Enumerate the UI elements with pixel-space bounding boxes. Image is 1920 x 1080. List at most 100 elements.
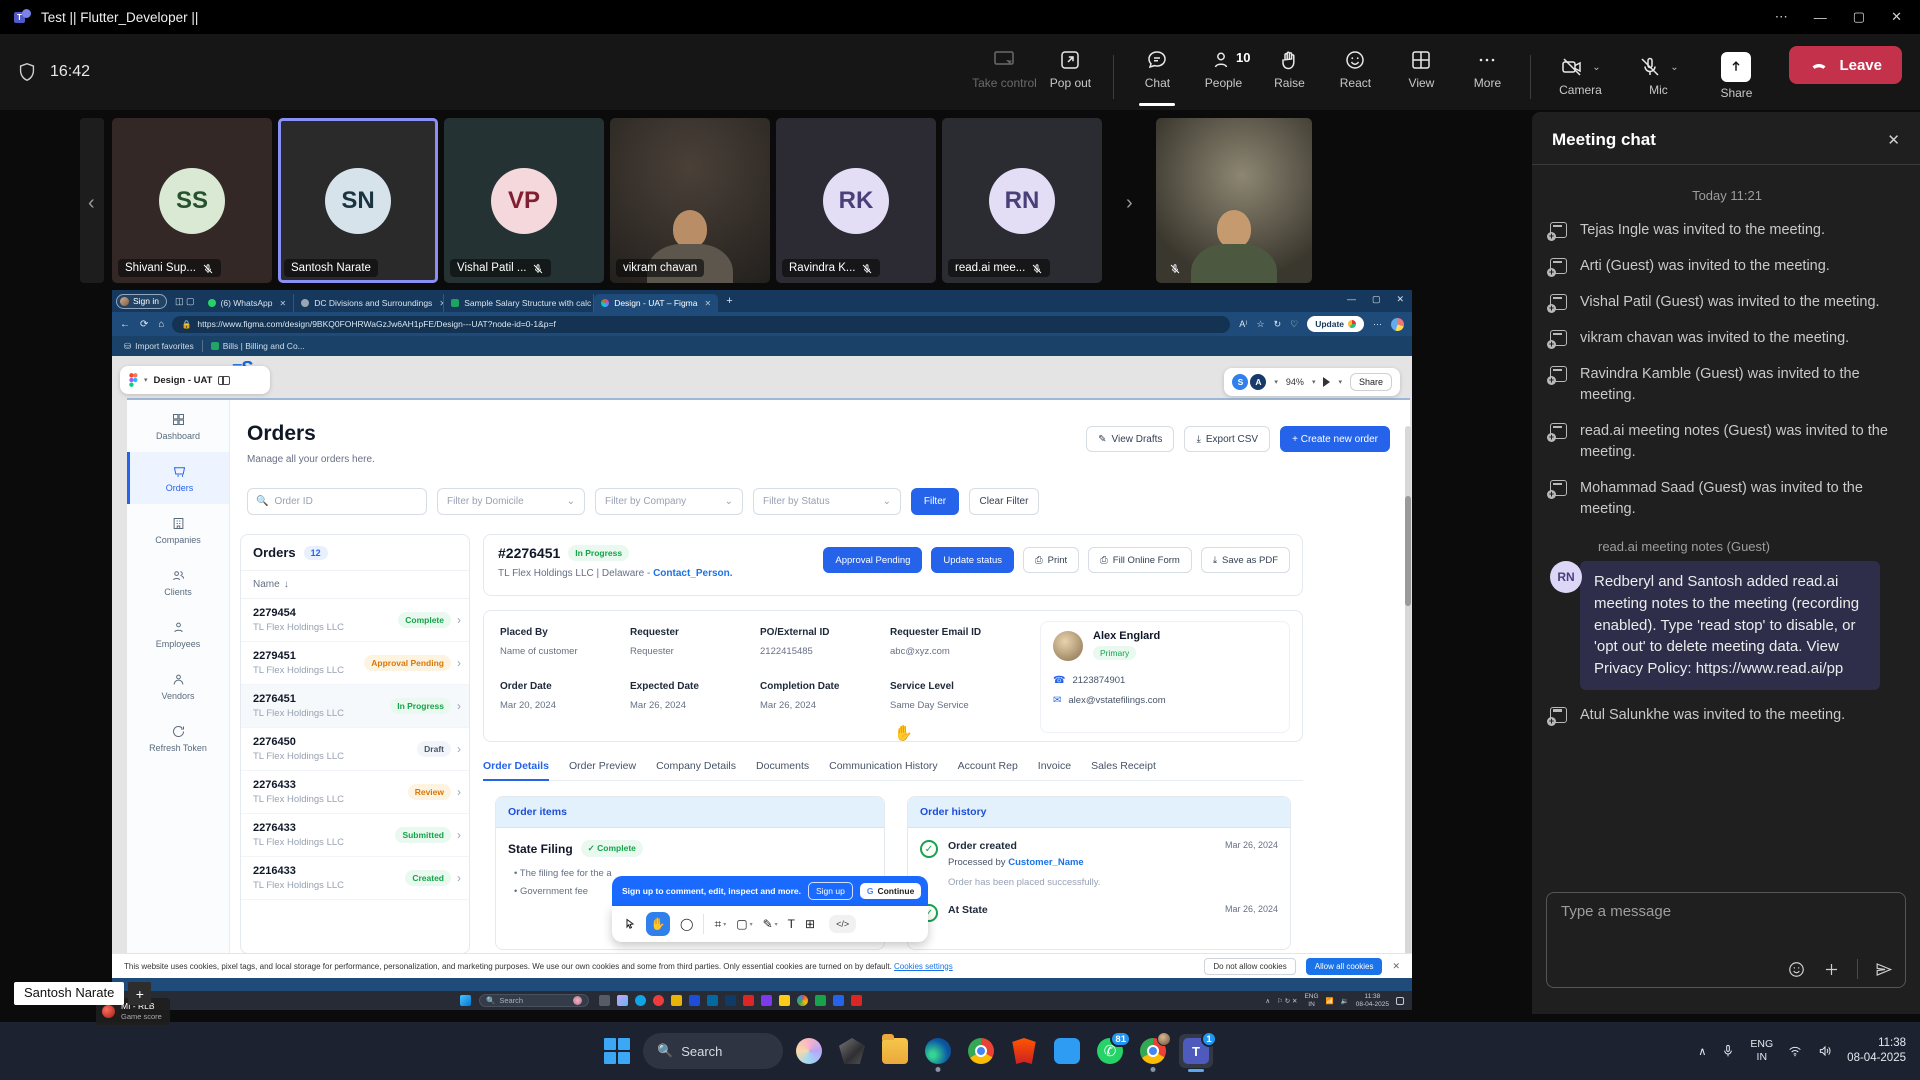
- allow-cookies-button[interactable]: Allow all cookies: [1306, 958, 1383, 975]
- camera-button[interactable]: ⌄ Camera: [1541, 47, 1619, 97]
- participant-tile-video[interactable]: vikram chavan: [610, 118, 770, 283]
- filter-button[interactable]: Filter: [911, 488, 959, 515]
- share-button[interactable]: Share: [1697, 44, 1775, 100]
- favorite-star-icon[interactable]: ☆: [1256, 319, 1264, 330]
- tab-order-details[interactable]: Order Details: [483, 760, 549, 772]
- chat-button[interactable]: Chat: [1124, 40, 1190, 104]
- browser-signin-button[interactable]: Sign in: [116, 294, 167, 309]
- tray-chevron-icon[interactable]: ∧: [1698, 1045, 1706, 1058]
- vscode-icon[interactable]: [1050, 1034, 1084, 1068]
- camera-chevron-icon[interactable]: ⌄: [1592, 62, 1600, 73]
- sync-icon[interactable]: ↻: [1274, 319, 1282, 330]
- url-bar[interactable]: 🔒 https://www.figma.com/design/9BKQ0FOHR…: [172, 316, 1230, 333]
- volume-icon[interactable]: [1817, 1043, 1833, 1059]
- deny-cookies-button[interactable]: Do not allow cookies: [1204, 958, 1295, 975]
- signup-button[interactable]: Sign up: [808, 882, 853, 900]
- pop-out-button[interactable]: Pop out: [1037, 40, 1103, 104]
- chat-close-icon[interactable]: ✕: [1887, 131, 1900, 149]
- tab-close-icon[interactable]: ✕: [704, 299, 711, 308]
- sidebar-item-clients[interactable]: Clients: [127, 556, 229, 608]
- inner-close-icon[interactable]: ✕: [1396, 294, 1404, 305]
- collections-icon[interactable]: ♡: [1290, 319, 1298, 330]
- avatar-chevron-icon[interactable]: ▾: [1274, 378, 1278, 386]
- chat-message-bubble[interactable]: Redberyl and Santosh added read.ai meeti…: [1580, 561, 1880, 690]
- raise-hand-button[interactable]: Raise: [1256, 40, 1322, 104]
- participant-tile[interactable]: SS Shivani Sup...: [112, 118, 272, 283]
- browser-scrollbar[interactable]: [1405, 426, 1411, 986]
- whatsapp-icon[interactable]: ✆81: [1093, 1034, 1127, 1068]
- layout-panel-icon[interactable]: [218, 376, 230, 385]
- back-icon[interactable]: ←: [120, 319, 130, 330]
- text-tool-icon[interactable]: T: [788, 917, 795, 931]
- sidebar-item-vendors[interactable]: Vendors: [127, 660, 229, 712]
- teams-icon-active[interactable]: T1: [1179, 1034, 1213, 1068]
- frame-tool-icon[interactable]: ⌗▾: [714, 917, 726, 932]
- copilot-icon[interactable]: [792, 1034, 826, 1068]
- order-list-row-selected[interactable]: 2276451TL Flex Holdings LLC In Progress›: [241, 685, 469, 728]
- edge-icon[interactable]: [921, 1034, 955, 1068]
- browser-extensions-icons[interactable]: ◫ ▢: [175, 296, 195, 307]
- sidebar-item-orders[interactable]: Orders: [127, 452, 229, 504]
- titlebar-more-icon[interactable]: ⋯: [1775, 9, 1788, 25]
- minimize-icon[interactable]: —: [1814, 10, 1827, 25]
- figma-logo-icon[interactable]: [128, 373, 138, 387]
- google-continue-button[interactable]: GContinue: [860, 883, 921, 899]
- collaborator-avatar[interactable]: A: [1250, 374, 1266, 390]
- browser-tab[interactable]: (6) WhatsApp✕: [201, 294, 295, 312]
- read-aloud-icon[interactable]: A⁾: [1239, 319, 1247, 330]
- tray-mic-icon[interactable]: [1720, 1043, 1736, 1059]
- participant-tile[interactable]: VP Vishal Patil ...: [444, 118, 604, 283]
- maximize-icon[interactable]: ▢: [1853, 9, 1865, 25]
- leave-button[interactable]: Leave: [1789, 46, 1902, 84]
- pen-tool-icon[interactable]: ✎▾: [763, 917, 778, 931]
- send-icon[interactable]: [1874, 960, 1893, 979]
- chrome-profile-icon[interactable]: [1136, 1034, 1170, 1068]
- bookmark-import[interactable]: ⛁Import favorites: [124, 341, 194, 352]
- shape-tool-icon[interactable]: ▢▾: [736, 917, 752, 931]
- inner-start-icon[interactable]: [460, 995, 471, 1006]
- chat-compose-box[interactable]: [1546, 892, 1906, 988]
- browser-more-icon[interactable]: ⋯: [1373, 319, 1382, 330]
- create-order-button[interactable]: + Create new order: [1280, 426, 1390, 452]
- present-chevron-icon[interactable]: ▾: [1338, 378, 1342, 386]
- new-tab-icon[interactable]: +: [726, 295, 732, 307]
- tab-sales-receipt[interactable]: Sales Receipt: [1091, 760, 1156, 772]
- sort-header[interactable]: Name↓: [241, 571, 469, 599]
- processed-by-link[interactable]: Customer_Name: [1008, 857, 1084, 868]
- mic-chevron-icon[interactable]: ⌄: [1670, 62, 1678, 73]
- view-drafts-button[interactable]: ✎ View Drafts: [1086, 426, 1174, 452]
- brave-icon[interactable]: [1007, 1034, 1041, 1068]
- tab-communication-history[interactable]: Communication History: [829, 760, 938, 772]
- inner-minimize-icon[interactable]: —: [1347, 294, 1356, 305]
- print-button[interactable]: ⎙ Print: [1023, 547, 1079, 573]
- filter-domicile-dropdown[interactable]: Filter by Domicile⌄: [437, 488, 585, 515]
- sidebar-item-companies[interactable]: Companies: [127, 504, 229, 556]
- start-button[interactable]: [600, 1034, 634, 1068]
- fill-online-form-button[interactable]: ⎙ Fill Online Form: [1088, 547, 1192, 573]
- move-tool-icon[interactable]: [624, 918, 636, 930]
- browser-profile-avatar[interactable]: [1391, 318, 1404, 331]
- filter-company-dropdown[interactable]: Filter by Company⌄: [595, 488, 743, 515]
- tiles-prev-icon[interactable]: ‹: [88, 192, 95, 215]
- order-list-row[interactable]: 2279451TL Flex Holdings LLC Approval Pen…: [241, 642, 469, 685]
- contact-email[interactable]: alex@vstatefilings.com: [1068, 695, 1165, 706]
- export-csv-button[interactable]: ⤓ Export CSV: [1184, 426, 1270, 452]
- inner-notification-icon[interactable]: [1396, 997, 1404, 1005]
- order-list-row[interactable]: 2276433TL Flex Holdings LLC Submitted›: [241, 814, 469, 857]
- emoji-icon[interactable]: [1787, 960, 1806, 979]
- sidebar-item-dashboard[interactable]: Dashboard: [127, 400, 229, 452]
- people-button[interactable]: 10 People: [1190, 40, 1256, 104]
- zoom-chevron-icon[interactable]: ▾: [1312, 378, 1316, 386]
- tab-company-details[interactable]: Company Details: [656, 760, 736, 772]
- order-id-search-input[interactable]: 🔍Order ID: [247, 488, 427, 515]
- present-icon[interactable]: [1323, 377, 1330, 387]
- chat-input[interactable]: [1561, 903, 1891, 920]
- taskbar-search[interactable]: 🔍Search: [643, 1033, 783, 1069]
- cookie-close-icon[interactable]: ✕: [1392, 961, 1400, 972]
- wifi-icon[interactable]: [1787, 1043, 1803, 1059]
- browser-tab-active[interactable]: Design - UAT – Figma✕: [594, 294, 718, 312]
- tab-invoice[interactable]: Invoice: [1038, 760, 1071, 772]
- sidebar-item-refresh-token[interactable]: Refresh Token: [127, 712, 229, 764]
- more-button[interactable]: More: [1454, 40, 1520, 104]
- tab-close-icon[interactable]: ✕: [279, 299, 286, 308]
